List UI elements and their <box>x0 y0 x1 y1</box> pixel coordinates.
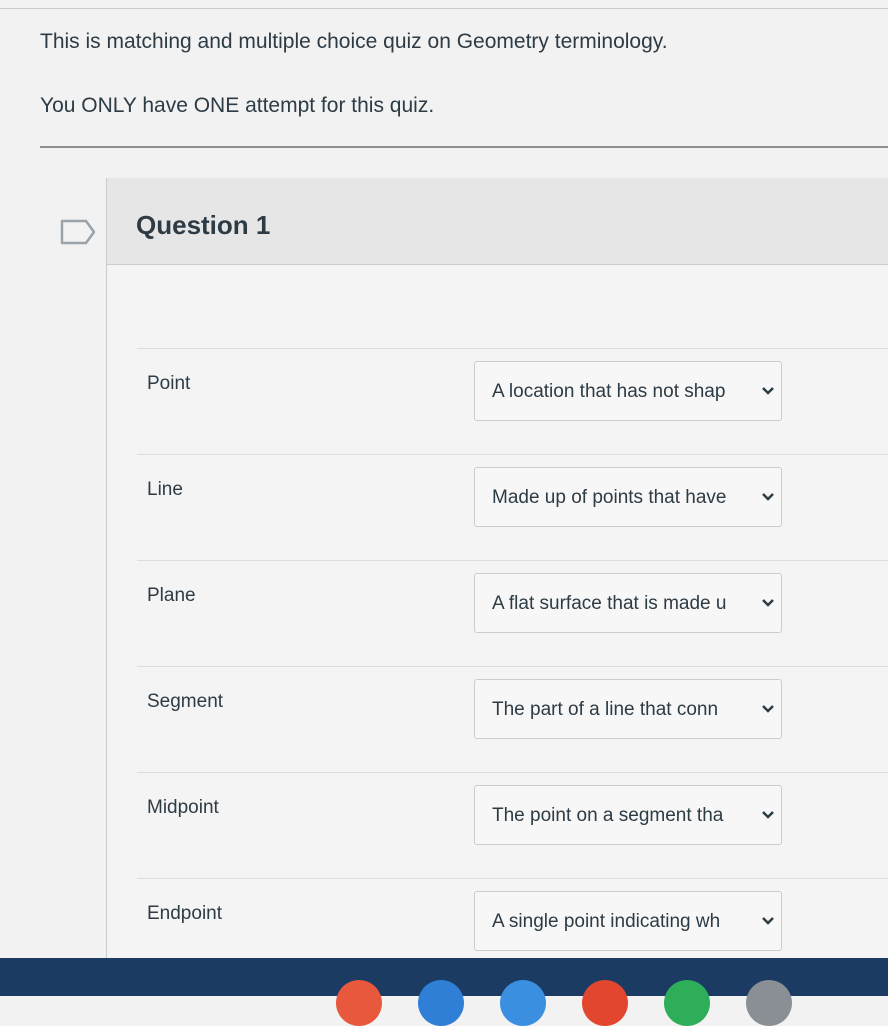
app-icon[interactable] <box>500 980 546 1026</box>
app-icon[interactable] <box>418 980 464 1026</box>
question-title: Question 1 <box>136 210 271 240</box>
chevron-down-icon <box>762 705 774 713</box>
answer-select-midpoint[interactable]: The point on a segment tha <box>474 785 782 845</box>
selected-answer: The part of a line that conn <box>492 699 719 720</box>
selected-answer: Made up of points that have <box>492 487 727 508</box>
chevron-down-icon <box>762 917 774 925</box>
answer-select-line[interactable]: Made up of points that have <box>474 467 782 527</box>
flag-icon[interactable] <box>60 219 96 245</box>
selected-answer: The point on a segment tha <box>492 805 724 826</box>
selected-answer: A location that has not shap <box>492 381 726 402</box>
question-header: Question 1 <box>107 178 888 265</box>
intro-divider <box>40 146 888 148</box>
match-row-segment: Segment The part of a line that conn <box>137 667 888 773</box>
match-row-midpoint: Midpoint The point on a segment tha <box>137 773 888 879</box>
answer-select-segment[interactable]: The part of a line that conn <box>474 679 782 739</box>
app-icon[interactable] <box>746 980 792 1026</box>
quiz-description: This is matching and multiple choice qui… <box>40 30 668 53</box>
selected-answer: A single point indicating wh <box>492 911 721 932</box>
answer-select-plane[interactable]: A flat surface that is made u <box>474 573 782 633</box>
match-row-point: Point A location that has not shap <box>137 349 888 455</box>
term-label: Plane <box>147 585 196 606</box>
term-label: Midpoint <box>147 797 219 818</box>
term-label: Point <box>147 373 191 394</box>
match-row-line: Line Made up of points that have <box>137 455 888 561</box>
app-icon[interactable] <box>336 980 382 1026</box>
chevron-down-icon <box>762 811 774 819</box>
chevron-down-icon <box>762 599 774 607</box>
taskbar <box>0 958 888 1026</box>
question-card: Question 1 Point A location that has not… <box>106 178 888 985</box>
top-divider <box>0 8 888 9</box>
chevron-down-icon <box>762 493 774 501</box>
app-icon[interactable] <box>582 980 628 1026</box>
app-icon[interactable] <box>664 980 710 1026</box>
chevron-down-icon <box>762 387 774 395</box>
answer-select-endpoint[interactable]: A single point indicating wh <box>474 891 782 951</box>
selected-answer: A flat surface that is made u <box>492 593 727 614</box>
answer-select-point[interactable]: A location that has not shap <box>474 361 782 421</box>
attempt-notice: You ONLY have ONE attempt for this quiz. <box>40 94 435 117</box>
term-label: Endpoint <box>147 903 223 924</box>
term-label: Segment <box>147 691 224 712</box>
term-label: Line <box>147 479 183 500</box>
match-row-plane: Plane A flat surface that is made u <box>137 561 888 667</box>
